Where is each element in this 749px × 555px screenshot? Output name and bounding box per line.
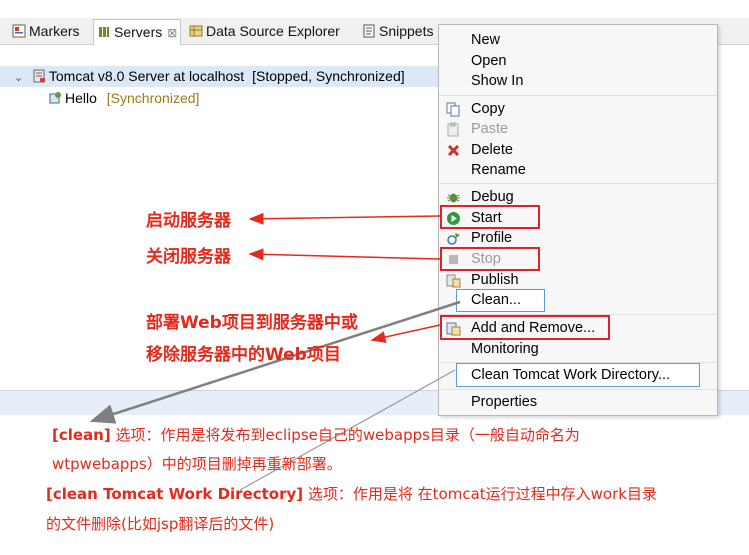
tab-markers[interactable]: Markers [12,20,80,42]
module-name: Hello [65,90,97,106]
menu-item-new[interactable]: New [439,30,717,51]
menu-item-properties[interactable]: Properties [439,392,717,413]
tree-row-server[interactable]: ⌄ Tomcat v8.0 Server at localhost [Stopp… [0,66,438,87]
copy-icon [446,102,460,117]
add-remove-highlight-box [440,315,610,340]
web-module-icon [49,92,61,104]
tab-label: Snippets [379,23,434,39]
paste-icon [447,122,459,137]
stop-highlight-box [440,247,540,271]
annotation-start-server: 启动服务器 [146,211,231,231]
note-cwd-line1: [clean Tomcat Work Directory] 选项：作用是将 在t… [46,485,657,503]
menu-item-clean-work-dir[interactable]: Clean Tomcat Work Directory... [439,365,717,386]
module-status: [Synchronized] [106,90,200,106]
note-cwd-line2: 的文件删除(比如jsp翻译后的文件) [46,515,275,533]
menu-item-paste[interactable]: Paste [439,119,717,140]
publish-icon [446,274,461,288]
menu-item-profile[interactable]: Profile [439,228,717,249]
data-source-icon [189,25,203,37]
menu-separator [439,95,717,96]
menu-separator [439,183,717,184]
tab-snippets[interactable]: Snippets [362,20,433,42]
menu-item-open[interactable]: Open [439,51,717,72]
tab-data-source-explorer[interactable]: Data Source Explorer [189,20,340,42]
menu-item-publish[interactable]: Publish [439,270,717,291]
chevron-down-icon[interactable]: ⌄ [14,68,28,89]
server-status: [Stopped, Synchronized] [252,68,405,84]
tab-label: Data Source Explorer [206,23,340,39]
menu-item-delete[interactable]: Delete [439,140,717,161]
markers-icon [12,24,26,38]
tree-row-module[interactable]: Hello [Synchronized] [48,88,199,109]
server-name: Tomcat v8.0 Server at localhost [48,68,245,84]
annotation-deploy-line1: 部署Web项目到服务器中或 [146,313,358,333]
start-highlight-box [440,205,540,229]
debug-icon [447,193,460,203]
menu-item-show-in[interactable]: Show In [439,71,717,92]
tab-servers[interactable]: Servers ⊠ [93,19,182,45]
menu-item-clean[interactable]: Clean... [439,290,717,311]
snippets-icon [363,24,375,38]
tab-label: Markers [29,23,80,39]
tab-label: Servers [114,24,163,40]
note-cwd-label: [clean Tomcat Work Directory] [46,485,304,503]
profile-icon [447,233,460,245]
note-clean-line1: [clean] 选项：作用是将发布到eclipse自己的webapps目录（一般… [52,426,580,444]
annotation-stop-server: 关闭服务器 [146,247,231,267]
note-clean-line2: wtpwebapps）中的项目删掉再重新部署。 [52,455,342,473]
servers-icon [99,27,109,37]
menu-item-monitoring[interactable]: Monitoring [439,339,717,360]
close-tab-icon[interactable]: ⊠ [167,26,177,40]
menu-item-rename[interactable]: Rename [439,160,717,181]
delete-icon [447,144,460,157]
menu-separator [439,389,717,390]
annotation-deploy-line2: 移除服务器中的Web项目 [146,345,341,365]
menu-item-copy[interactable]: Copy [439,99,717,120]
server-icon [33,69,45,83]
note-clean-label: [clean] [52,426,111,444]
